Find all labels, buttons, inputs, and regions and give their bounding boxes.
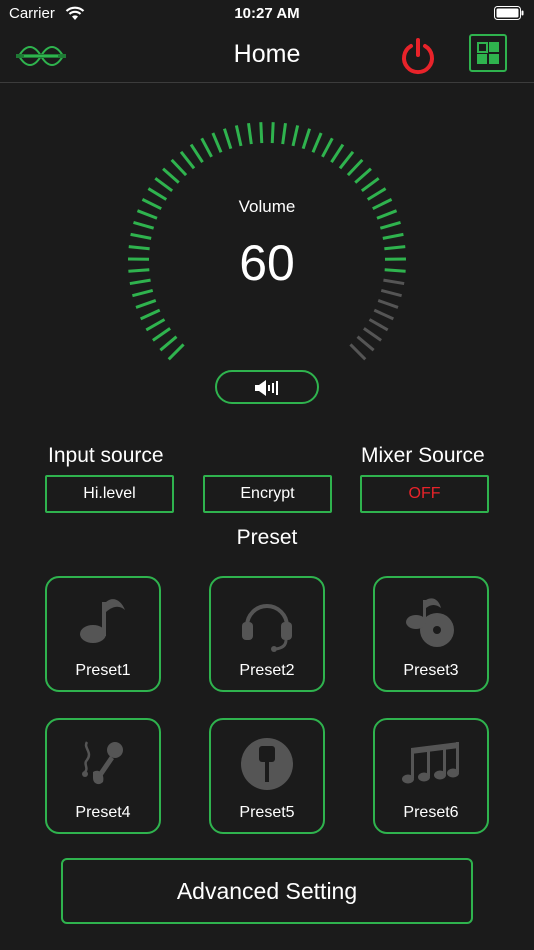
- volume-tick: [368, 318, 389, 332]
- volume-tick: [270, 122, 275, 144]
- volume-value: 60: [239, 235, 295, 291]
- volume-tick: [349, 343, 367, 361]
- power-icon[interactable]: [398, 36, 438, 76]
- microphone-icon: [241, 738, 293, 790]
- volume-tick: [363, 327, 382, 342]
- volume-tick: [159, 335, 178, 352]
- encrypt-button[interactable]: Encrypt: [203, 475, 332, 513]
- volume-label: Volume: [238, 197, 296, 216]
- preset-5-label: Preset5: [239, 804, 295, 821]
- speaker-icon: [255, 380, 278, 396]
- preset-5-button[interactable]: Preset5: [209, 718, 325, 834]
- volume-tick: [234, 125, 243, 147]
- volume-tick: [200, 137, 213, 158]
- music-note-icon: [80, 599, 125, 643]
- input-source-label: Input source: [48, 444, 164, 467]
- volume-tick: [167, 343, 185, 361]
- singer-microphone-icon: [82, 741, 123, 785]
- volume-tick: [311, 132, 323, 153]
- input-source-selector[interactable]: Hi.level: [45, 475, 174, 513]
- mixer-source-label: Mixer Source: [361, 444, 485, 467]
- volume-tick: [152, 327, 171, 342]
- volume-tick: [373, 308, 394, 321]
- volume-tick: [179, 150, 196, 170]
- status-time: 10:27 AM: [234, 5, 300, 22]
- preset-2-label: Preset2: [239, 662, 295, 679]
- volume-tick: [247, 123, 253, 145]
- mixer-source-toggle[interactable]: OFF: [360, 475, 489, 513]
- volume-tick: [338, 150, 355, 170]
- volume-tick: [281, 123, 287, 145]
- volume-tick: [330, 143, 345, 163]
- battery-icon: [494, 6, 524, 20]
- preset-1-button[interactable]: Preset1: [45, 576, 161, 692]
- mute-button[interactable]: [215, 370, 319, 404]
- volume-tick: [301, 128, 311, 150]
- preset-1-label: Preset1: [75, 662, 131, 679]
- volume-tick: [211, 132, 223, 153]
- volume-tick: [354, 167, 372, 184]
- grid-menu-button[interactable]: [469, 34, 507, 72]
- volume-tick: [346, 158, 364, 177]
- grid-menu-icon: [477, 42, 499, 64]
- volume-tick: [321, 137, 334, 158]
- volume-tick: [140, 308, 161, 321]
- music-notes-icon: [402, 742, 459, 784]
- volume-tick: [379, 220, 401, 230]
- volume-tick: [154, 177, 174, 193]
- volume-tick: [162, 167, 180, 184]
- volume-tick: [291, 125, 300, 147]
- advanced-setting-button[interactable]: Advanced Setting: [61, 858, 473, 924]
- headset-icon: [242, 604, 292, 652]
- volume-tick: [189, 143, 204, 163]
- volume-tick: [223, 128, 233, 150]
- preset-6-label: Preset6: [403, 804, 459, 821]
- preset-4-label: Preset4: [75, 804, 131, 821]
- music-disc-icon: [406, 598, 454, 647]
- status-bar: Carrier 10:27 AM: [0, 0, 534, 28]
- volume-tick: [356, 335, 375, 352]
- preset-2-button[interactable]: Preset2: [209, 576, 325, 692]
- preset-3-label: Preset3: [403, 662, 459, 679]
- volume-tick: [360, 177, 380, 193]
- volume-tick: [259, 122, 264, 144]
- preset-title: Preset: [236, 526, 298, 549]
- preset-4-button[interactable]: Preset4: [45, 718, 161, 834]
- page-title: Home: [233, 40, 301, 68]
- volume-tick: [145, 318, 166, 332]
- volume-tick: [135, 299, 157, 309]
- volume-tick: [377, 299, 399, 309]
- navigation-bar: Home: [0, 28, 534, 83]
- volume-tick: [170, 158, 188, 177]
- preset-3-button[interactable]: Preset3: [373, 576, 489, 692]
- preset-6-button[interactable]: Preset6: [373, 718, 489, 834]
- volume-tick: [133, 220, 155, 230]
